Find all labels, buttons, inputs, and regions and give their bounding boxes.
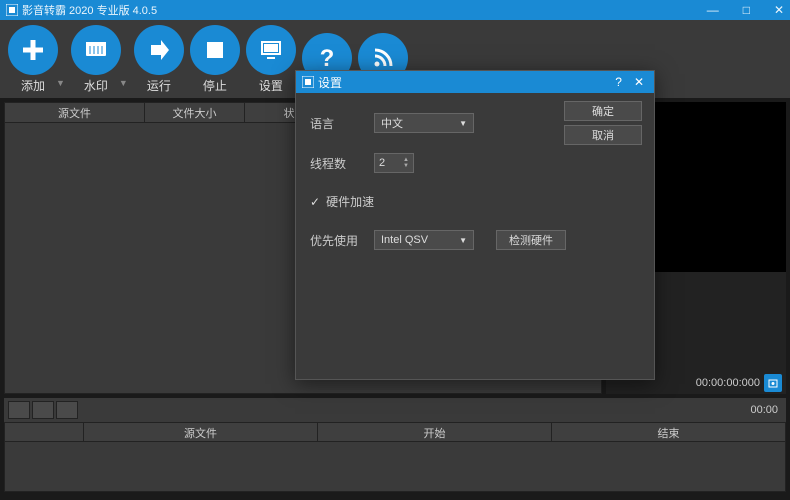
add-button[interactable]: 添加 (8, 25, 58, 94)
dialog-titlebar[interactable]: 设置 ? ✕ (296, 71, 654, 93)
maximize-button[interactable]: □ (743, 3, 750, 17)
dialog-help-button[interactable]: ? (611, 75, 626, 89)
app-icon (6, 4, 18, 16)
duration-display: 00:00 (750, 404, 778, 416)
watermark-button[interactable]: 水印 (71, 25, 121, 94)
plus-icon (8, 25, 58, 75)
seg-col-blank (4, 422, 84, 442)
window-title: 影音转霸 2020 专业版 4.0.5 (22, 2, 707, 18)
spinner-arrows-icon: ▲▼ (403, 157, 409, 169)
col-size[interactable]: 文件大小 (145, 103, 245, 122)
dialog-icon (302, 76, 314, 88)
add-dropdown-icon[interactable]: ▼ (56, 78, 65, 88)
prefer-combo[interactable]: Intel QSV ▼ (374, 230, 474, 250)
bottom-btn-1[interactable] (8, 401, 30, 419)
arrow-right-icon (134, 25, 184, 75)
run-button[interactable]: 运行 (134, 25, 184, 94)
chevron-down-icon: ▼ (459, 236, 467, 245)
threads-label: 线程数 (310, 155, 360, 172)
hwaccel-checkbox[interactable]: ✓ 硬件加速 (310, 193, 640, 210)
seg-col-source[interactable]: 源文件 (84, 422, 318, 442)
language-combo[interactable]: 中文 ▼ (374, 113, 474, 133)
cancel-button[interactable]: 取消 (564, 125, 642, 145)
watermark-icon (71, 25, 121, 75)
ok-button[interactable]: 确定 (564, 101, 642, 121)
stop-icon (190, 25, 240, 75)
bottom-btn-3[interactable] (56, 401, 78, 419)
threads-spinner[interactable]: 2 ▲▼ (374, 153, 414, 173)
monitor-icon (246, 25, 296, 75)
seg-col-end[interactable]: 结束 (552, 422, 786, 442)
close-button[interactable]: ✕ (774, 3, 784, 17)
window-titlebar: 影音转霸 2020 专业版 4.0.5 — □ ✕ (0, 0, 790, 20)
bottom-btn-2[interactable] (32, 401, 54, 419)
col-source[interactable]: 源文件 (5, 103, 145, 122)
chevron-down-icon: ▼ (459, 119, 467, 128)
segment-table-header: 源文件 开始 结束 (4, 422, 786, 442)
settings-button[interactable]: 设置 (246, 25, 296, 94)
detect-hardware-button[interactable]: 检测硬件 (496, 230, 566, 250)
settings-dialog: 设置 ? ✕ 确定 取消 语言 中文 ▼ 线程数 2 ▲▼ ✓ 硬件加速 (295, 70, 655, 380)
stop-button[interactable]: 停止 (190, 25, 240, 94)
prefer-label: 优先使用 (310, 232, 360, 249)
svg-text:?: ? (320, 45, 335, 72)
segment-table-body[interactable] (4, 442, 786, 492)
timecode-display: 00:00:00:000 (696, 377, 760, 389)
watermark-dropdown-icon[interactable]: ▼ (119, 78, 128, 88)
checkmark-icon: ✓ (310, 195, 320, 209)
minimize-button[interactable]: — (707, 3, 719, 17)
dialog-close-button[interactable]: ✕ (630, 75, 648, 89)
seg-col-start[interactable]: 开始 (318, 422, 552, 442)
bottom-panel: 00:00 源文件 开始 结束 (4, 398, 786, 492)
language-label: 语言 (310, 115, 360, 132)
snapshot-button[interactable] (764, 374, 782, 392)
dialog-title-text: 设置 (318, 74, 342, 91)
